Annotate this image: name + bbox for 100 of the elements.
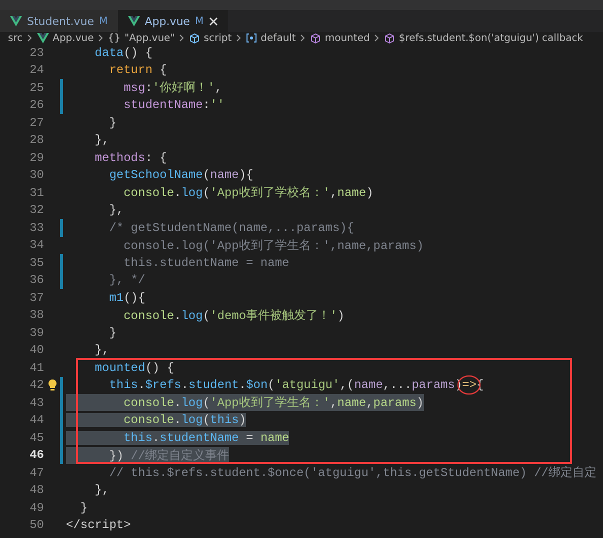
code-token: }, <box>94 343 110 358</box>
code-token: : <box>145 81 152 96</box>
line-number: 45 <box>28 430 44 445</box>
vue-icon <box>128 16 140 26</box>
code-token: : <box>202 98 210 112</box>
code-token: log <box>181 396 203 410</box>
line-number: 32 <box>28 203 44 218</box>
code-token: student <box>188 378 239 392</box>
code-token: log <box>181 308 203 323</box>
code-token: ) <box>366 186 374 200</box>
line-number: 31 <box>28 186 44 200</box>
code-token: msg <box>122 81 146 96</box>
line-number: 25 <box>28 80 44 95</box>
code-token: . <box>138 378 146 392</box>
line-number: 47 <box>28 466 44 480</box>
line-number: 44 <box>28 413 44 428</box>
code-token: { <box>158 63 167 78</box>
code-token: $refs <box>145 378 182 392</box>
chevron-icon <box>98 34 104 42</box>
code-token: ( <box>202 308 210 323</box>
code-token: getSchoolName <box>108 168 203 182</box>
code-token: methods <box>94 150 146 165</box>
code-token: ,( <box>340 378 354 392</box>
line-number: 37 <box>28 290 44 305</box>
breadcrumb-item[interactable]: script <box>204 32 232 44</box>
breadcrumb-item[interactable]: mounted <box>324 32 370 44</box>
breadcrumb-item[interactable]: "App.vue" <box>124 32 175 44</box>
code-token: } <box>79 500 88 515</box>
code-token: mounted <box>94 360 146 375</box>
code-token: name <box>354 378 383 392</box>
code-token: ( <box>268 378 275 392</box>
code-token: return <box>108 63 152 78</box>
brackets-icon <box>246 33 257 43</box>
lightbulb-icon[interactable] <box>48 379 56 392</box>
line-number: 34 <box>28 238 44 252</box>
code-token: name <box>337 186 366 200</box>
code-token: , <box>214 81 222 96</box>
editor-tab[interactable]: App.vue M <box>118 10 228 32</box>
breadcrumb-item[interactable]: $refs.student.$on('atguigu') callback <box>398 32 583 44</box>
line-number: 39 <box>28 326 44 340</box>
code-token: log <box>181 413 203 428</box>
code-token: log <box>181 186 203 200</box>
code-token: studentName <box>122 98 203 112</box>
line-number: 38 <box>28 308 44 322</box>
line-number: 27 <box>28 116 44 130</box>
code-token: console <box>122 413 174 428</box>
editor-tab[interactable]: Student.vue M <box>0 10 118 32</box>
code-token: ){ <box>238 168 254 182</box>
line-number: 40 <box>28 343 44 358</box>
code-token: . <box>238 378 246 392</box>
chevron-icon <box>178 34 185 42</box>
line-number: 33 <box>28 220 44 235</box>
code-token: ,... <box>382 378 412 392</box>
line-number: 36 <box>28 273 44 288</box>
code-token: 'App收到了学生名：' <box>210 396 330 410</box>
code-token: } <box>108 326 116 340</box>
line-number: 46 <box>28 448 44 462</box>
code-token: ( <box>202 396 210 410</box>
code-token: console.log('App收到了学生名：',name,params) <box>122 238 424 253</box>
code-token: //绑定自定义事件 <box>130 448 230 463</box>
line-number: 42 <box>28 378 44 392</box>
code-token: name <box>260 430 290 445</box>
code-token: }, <box>94 133 110 148</box>
vue-icon <box>10 16 22 26</box>
code-token: , <box>330 396 338 410</box>
code-token: /* getStudentName(name,...params){ <box>108 220 354 235</box>
code-token: }, <box>94 483 110 498</box>
breadcrumb-item[interactable]: src <box>8 32 23 44</box>
code-token: '' <box>210 98 224 112</box>
code-token: m1 <box>108 290 124 305</box>
code-token: console <box>122 308 174 323</box>
code-token: > <box>124 518 131 532</box>
breadcrumb-item[interactable]: App.vue <box>52 32 94 44</box>
code-token: , <box>330 186 338 200</box>
code-token: () { <box>145 360 174 375</box>
line-number: 43 <box>28 396 44 410</box>
code-token: (){ <box>124 290 146 305</box>
code-token: params <box>373 396 416 410</box>
code-token: $on <box>246 378 268 392</box>
code-token: ( <box>202 186 210 200</box>
code-token: '你好啊！' <box>152 81 215 96</box>
code-token: console <box>122 396 174 410</box>
line-number: 26 <box>28 98 44 112</box>
code-token: . <box>174 396 182 410</box>
line-number: 30 <box>28 168 44 182</box>
line-number: 49 <box>28 500 44 515</box>
line-number: 41 <box>28 360 44 375</box>
code-token: console <box>122 186 174 200</box>
chevron-icon <box>300 34 306 42</box>
code-token: . <box>181 378 188 392</box>
code-token: }, <box>108 203 124 218</box>
close-icon[interactable] <box>208 16 218 26</box>
line-number: 23 <box>28 46 44 60</box>
breadcrumb-item[interactable]: default <box>260 32 296 44</box>
code-token: this <box>210 413 239 428</box>
code-token: params <box>412 378 455 392</box>
code-token: script <box>80 518 124 532</box>
code-token: }, */ <box>108 273 146 288</box>
code-token: ( <box>202 413 210 428</box>
code-token: = <box>245 430 254 445</box>
